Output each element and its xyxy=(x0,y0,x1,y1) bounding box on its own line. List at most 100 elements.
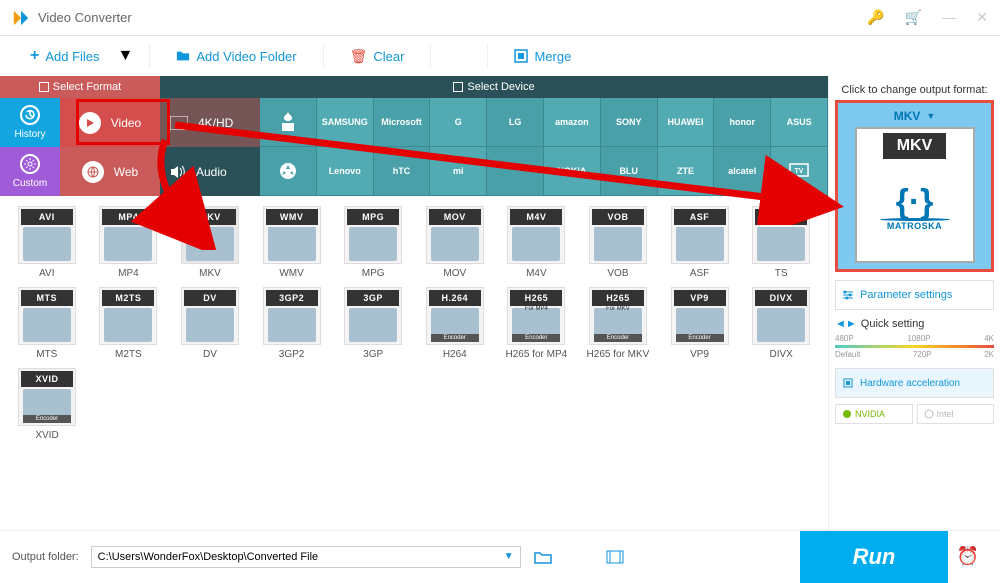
titlebar: Video Converter 🔑 🛒 — ✕ xyxy=(0,0,1000,36)
brand-G[interactable]: G xyxy=(430,98,487,147)
speaker-icon xyxy=(170,165,186,179)
add-files-button[interactable]: +Add Files xyxy=(20,41,110,71)
hardware-accel-label: Hardware acceleration xyxy=(860,378,960,389)
brand-LG[interactable]: LG xyxy=(487,98,544,147)
format-m4v[interactable]: M4VM4V xyxy=(498,206,576,279)
run-button[interactable]: Run xyxy=(800,531,948,583)
svg-text:TV: TV xyxy=(795,168,804,175)
clear-button[interactable]: 🗑Clear xyxy=(340,42,415,71)
custom-label: Custom xyxy=(13,178,47,189)
format-ts[interactable]: TSTS xyxy=(742,206,820,279)
category-video-button[interactable]: Video xyxy=(60,98,160,147)
format-h265-for-mkv[interactable]: H265For MKVEncoderH265 for MKV xyxy=(579,287,657,360)
brand-BLU[interactable]: BLU xyxy=(601,147,658,196)
separator xyxy=(487,45,488,67)
category-4khd-label: 4K/HD xyxy=(198,116,233,130)
brand-NOKIA[interactable]: NOKIA xyxy=(544,147,601,196)
matroska-icon: {·} xyxy=(896,187,934,218)
selected-format-thumb: MKV {·}MATROSKA xyxy=(855,127,975,263)
category-web-label: Web xyxy=(114,165,138,179)
format-m2ts[interactable]: M2TSM2TS xyxy=(90,287,168,360)
brand-Microsoft[interactable]: Microsoft xyxy=(374,98,431,147)
schedule-button[interactable]: ⏰ xyxy=(948,546,988,567)
format-mkv[interactable]: MKVMKV xyxy=(171,206,249,279)
film-icon xyxy=(606,550,624,564)
brand-ZTE[interactable]: ZTE xyxy=(658,147,715,196)
device-icon xyxy=(453,82,463,92)
intel-icon xyxy=(924,409,934,419)
format-mp4[interactable]: MP4MP4 xyxy=(90,206,168,279)
app-title: Video Converter xyxy=(38,10,867,25)
quality-slider[interactable]: 480P1080P4K Default720P2K xyxy=(835,334,994,362)
format-asf[interactable]: ASFASF xyxy=(661,206,739,279)
format-h264[interactable]: H.264EncoderH264 xyxy=(416,287,494,360)
brand-logo-10[interactable] xyxy=(260,147,317,196)
output-format-box[interactable]: MKV▼ MKV {·}MATROSKA xyxy=(835,100,994,272)
brand-ASUS[interactable]: ASUS xyxy=(771,98,828,147)
brand-Lenovo[interactable]: Lenovo xyxy=(317,147,374,196)
format-3gp2[interactable]: 3GP23GP2 xyxy=(253,287,331,360)
brand-TV[interactable]: TV xyxy=(771,147,828,196)
separator xyxy=(323,45,324,67)
format-mpg[interactable]: MPGMPG xyxy=(334,206,412,279)
parameter-settings-button[interactable]: Parameter settings xyxy=(835,280,994,310)
category-audio-button[interactable]: Audio xyxy=(160,147,260,196)
format-divx[interactable]: DIVXDIVX xyxy=(742,287,820,360)
brand-honor[interactable]: honor xyxy=(714,98,771,147)
format-avi[interactable]: AVIAVI xyxy=(8,206,86,279)
close-icon[interactable]: ✕ xyxy=(976,9,988,26)
select-device-tab[interactable]: Select Device xyxy=(160,76,828,98)
add-files-dropdown-icon[interactable]: ▼ xyxy=(118,47,134,65)
select-format-tab[interactable]: Select Format xyxy=(0,76,160,98)
toolbar: +Add Files ▼ Add Video Folder 🗑Clear Mer… xyxy=(0,36,1000,76)
add-folder-button[interactable]: Add Video Folder xyxy=(166,43,306,70)
history-icon xyxy=(20,105,40,125)
run-label: Run xyxy=(853,544,896,570)
hardware-accel-button[interactable]: Hardware acceleration xyxy=(835,368,994,398)
parameter-settings-label: Parameter settings xyxy=(860,289,952,301)
folder-open-icon xyxy=(534,550,552,564)
nvidia-chip[interactable]: NVIDIA xyxy=(835,404,913,424)
output-format-title: Click to change output format: xyxy=(835,84,994,96)
video-folder-button[interactable] xyxy=(605,547,625,567)
brand-SAMSUNG[interactable]: SAMSUNG xyxy=(317,98,374,147)
format-h265-for-mp4[interactable]: H265For MP4EncoderH265 for MP4 xyxy=(498,287,576,360)
format-3gp[interactable]: 3GP3GP xyxy=(334,287,412,360)
formats-grid: AVIAVIMP4MP4MKVMKVWMVWMVMPGMPGMOVMOVM4VM… xyxy=(0,196,828,530)
brand-SONY[interactable]: SONY xyxy=(601,98,658,147)
brand-grid: SAMSUNGMicrosoftGLGamazonSONYHUAWEIhonor… xyxy=(260,98,828,196)
intel-chip[interactable]: Intel xyxy=(917,404,995,424)
format-vob[interactable]: VOBVOB xyxy=(579,206,657,279)
brand-HUAWEI[interactable]: HUAWEI xyxy=(658,98,715,147)
key-icon[interactable]: 🔑 xyxy=(867,9,884,26)
format-vp9[interactable]: VP9EncoderVP9 xyxy=(661,287,739,360)
sidebar-tab-custom[interactable]: Custom xyxy=(0,147,60,196)
quick-setting-label: ◄►Quick setting xyxy=(835,318,994,330)
output-path-input[interactable]: C:\Users\WonderFox\Desktop\Converted Fil… xyxy=(91,546,521,568)
open-folder-button[interactable] xyxy=(533,547,553,567)
format-dv[interactable]: DVDV xyxy=(171,287,249,360)
format-icon xyxy=(39,82,49,92)
brand-hTC[interactable]: hTC xyxy=(374,147,431,196)
cart-icon[interactable]: 🛒 xyxy=(905,9,922,26)
sidebar-tab-history[interactable]: History xyxy=(0,98,60,147)
format-wmv[interactable]: WMVWMV xyxy=(253,206,331,279)
brand-alcatel[interactable]: alcatel xyxy=(714,147,771,196)
merge-button[interactable]: Merge xyxy=(504,43,581,70)
brand-amazon[interactable]: amazon xyxy=(544,98,601,147)
select-device-label: Select Device xyxy=(467,81,534,93)
chip-icon xyxy=(842,377,854,389)
category-web-button[interactable]: Web xyxy=(60,147,160,196)
history-label: History xyxy=(14,129,45,140)
brand-logo-0[interactable] xyxy=(260,98,317,147)
format-xvid[interactable]: XVIDEncoderXVID xyxy=(8,368,86,441)
minimize-icon[interactable]: — xyxy=(942,9,956,26)
format-mts[interactable]: MTSMTS xyxy=(8,287,86,360)
category-4khd-button[interactable]: 4K/HD xyxy=(160,98,260,147)
path-dropdown-icon[interactable]: ▼ xyxy=(504,551,514,562)
format-mov[interactable]: MOVMOV xyxy=(416,206,494,279)
brand-logo-14[interactable] xyxy=(487,147,544,196)
brand-mi[interactable]: mi xyxy=(430,147,487,196)
category-video-label: Video xyxy=(111,116,141,130)
nvidia-label: NVIDIA xyxy=(855,409,885,419)
